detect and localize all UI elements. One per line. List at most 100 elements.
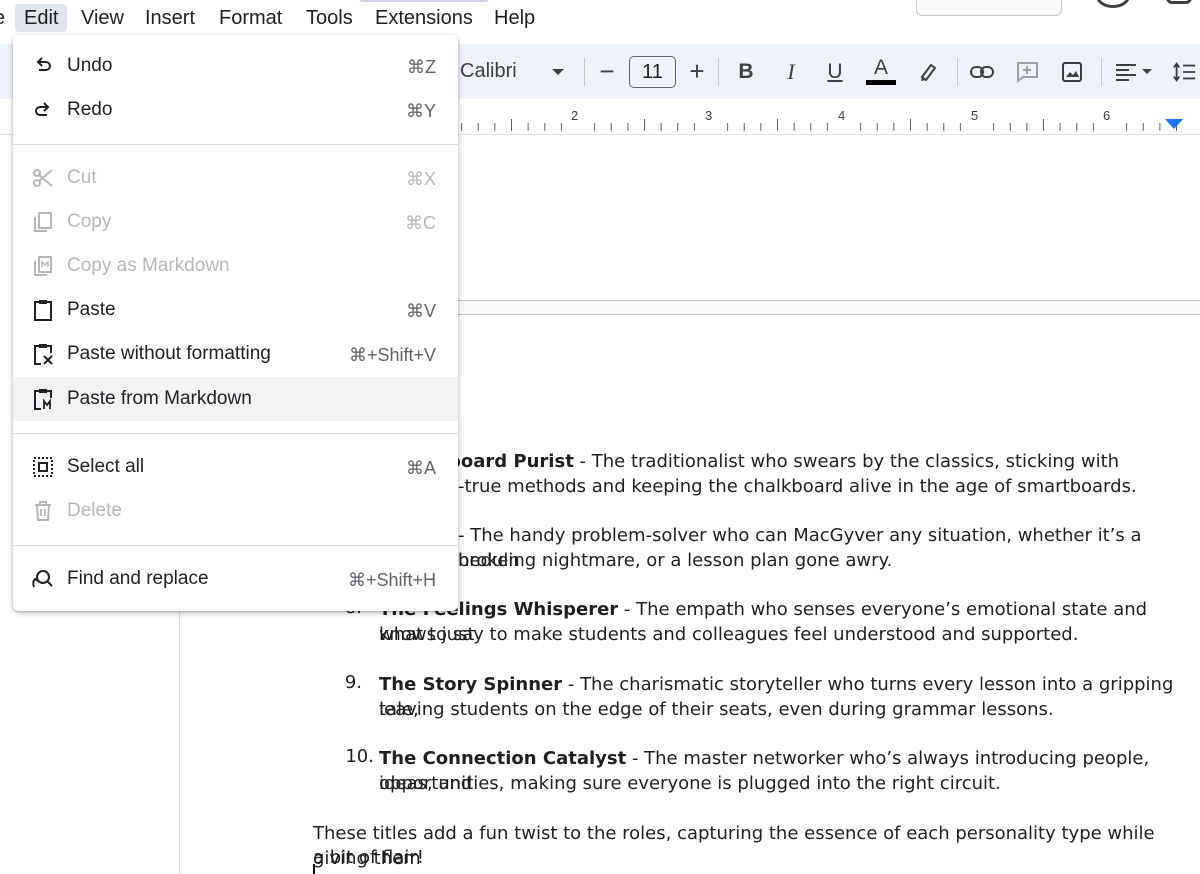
list-number: 10.	[345, 746, 374, 767]
menu-file-partial[interactable]: e	[0, 4, 5, 32]
menu-item-shortcut: ⌘Z	[407, 57, 436, 77]
text-color-letter: A	[873, 56, 888, 79]
list-item-text-line2: what to say to make students and colleag…	[379, 624, 1079, 645]
menu-item-paste[interactable]: Paste ⌘V	[13, 288, 458, 332]
menu-item-find-and-replace[interactable]: Find and replace ⌘+Shift+H	[13, 557, 458, 601]
text-cursor	[313, 864, 315, 874]
menu-help[interactable]: Help	[485, 4, 544, 32]
menu-divider	[13, 545, 458, 546]
list-item-title: board Purist	[448, 451, 574, 472]
list-item-text-line2: leaving students on the edge of their se…	[379, 699, 1054, 720]
font-size-input[interactable]: 11	[629, 56, 676, 88]
align-left-icon[interactable]	[1114, 44, 1138, 99]
menu-extensions[interactable]: Extensions	[366, 4, 482, 32]
menu-item-paste-from-markdown[interactable]: Paste from Markdown	[13, 377, 458, 421]
page-left-edge	[179, 600, 180, 874]
menu-bar: e Edit View Insert Format Tools Extensio…	[0, 0, 1200, 38]
right-indent-marker-icon[interactable]	[1165, 119, 1183, 129]
align-dropdown-caret-icon[interactable]	[1140, 44, 1154, 99]
menu-item-undo[interactable]: Undo ⌘Z	[13, 44, 458, 88]
bold-button[interactable]: B	[736, 44, 756, 99]
menu-item-paste-without-formatting[interactable]: Paste without formatting ⌘+Shift+V	[13, 332, 458, 376]
menu-item-label: Redo	[67, 99, 113, 120]
clipboard-icon	[31, 298, 55, 322]
list-number: 9.	[344, 672, 362, 693]
copy-markdown-icon	[31, 254, 55, 278]
add-comment-icon[interactable]	[1015, 44, 1039, 99]
underline-button[interactable]: U	[825, 44, 845, 99]
menu-item-copy-as-markdown[interactable]: Copy as Markdown	[13, 244, 458, 288]
menu-item-cut[interactable]: Cut ⌘X	[13, 156, 458, 200]
menu-item-label: Paste	[67, 299, 116, 320]
toolbar-divider	[1101, 58, 1102, 86]
menu-item-label: Copy	[67, 211, 112, 232]
menu-item-shortcut: ⌘C	[405, 213, 436, 233]
top-pill[interactable]	[356, 0, 492, 2]
menu-item-shortcut: ⌘Y	[405, 101, 436, 121]
highlight-pen-icon[interactable]	[916, 44, 940, 99]
toolbar-divider	[584, 58, 585, 86]
decrease-font-size-button[interactable]: −	[596, 44, 618, 99]
comments-icon[interactable]	[1166, 0, 1192, 4]
list-item-title: The Story Spinner	[379, 674, 563, 695]
menu-item-label: Find and replace	[67, 568, 209, 589]
menu-item-redo[interactable]: Redo ⌘Y	[13, 88, 458, 132]
scissors-icon	[31, 166, 55, 190]
menu-format[interactable]: Format	[210, 4, 291, 32]
menu-item-shortcut: ⌘A	[405, 458, 436, 478]
menu-edit[interactable]: Edit	[15, 4, 68, 32]
menu-item-label: Delete	[67, 500, 122, 521]
list-item-text: board Purist - The traditionalist who sw…	[448, 449, 1119, 474]
menu-item-shortcut: ⌘V	[405, 301, 436, 321]
list-item-text-line2: -true methods and keeping the chalkboard…	[458, 476, 1137, 497]
menu-item-label: Select all	[67, 456, 145, 477]
menu-tools[interactable]: Tools	[297, 4, 362, 32]
list-item-text-line2: heduling nightmare, or a lesson plan gon…	[458, 550, 893, 571]
closing-paragraph-line2: a bit of flair!	[313, 847, 425, 868]
menu-insert[interactable]: Insert	[136, 4, 204, 32]
menu-item-shortcut: ⌘X	[405, 169, 436, 189]
menu-item-label: Paste from Markdown	[67, 388, 252, 409]
ruler-label: 5	[971, 108, 979, 123]
ruler-label: 2	[571, 108, 579, 123]
find-replace-icon	[31, 567, 55, 591]
page-break-line	[440, 314, 1200, 315]
ruler-label: 3	[705, 108, 713, 123]
clipboard-markdown-icon	[31, 387, 55, 411]
closing-paragraph: These titles add a fun twist to the role…	[313, 823, 1155, 869]
top-status-button[interactable]	[916, 0, 1062, 16]
insert-link-icon[interactable]	[970, 44, 994, 99]
trash-icon	[31, 499, 55, 523]
menu-divider	[13, 433, 458, 434]
italic-button[interactable]: I	[781, 44, 801, 99]
menu-item-label: Paste without formatting	[67, 343, 271, 364]
toolbar-divider	[957, 58, 958, 86]
insert-image-icon[interactable]	[1060, 44, 1084, 99]
copy-icon	[31, 210, 55, 234]
menu-divider	[13, 144, 458, 145]
ruler-label: 4	[838, 108, 846, 123]
text-color-swatch	[866, 80, 896, 85]
font-family-select[interactable]: Calibri	[460, 44, 517, 99]
history-icon[interactable]	[1096, 0, 1130, 8]
menu-item-copy[interactable]: Copy ⌘C	[13, 200, 458, 244]
edit-menu-dropdown: Undo ⌘Z Redo ⌘Y Cut ⌘X Copy ⌘C Copy as M…	[13, 35, 458, 611]
menu-item-label: Undo	[67, 55, 113, 76]
undo-icon	[31, 54, 55, 78]
list-item-body: - The traditionalist who swears by the c…	[573, 451, 1120, 472]
list-item-title: The Connection Catalyst	[379, 748, 627, 769]
page-gap	[440, 301, 1200, 314]
menu-item-shortcut: ⌘+Shift+V	[348, 345, 436, 365]
menu-view[interactable]: View	[72, 4, 133, 32]
line-spacing-icon[interactable]	[1172, 44, 1196, 99]
menu-item-label: Cut	[67, 167, 97, 188]
clipboard-clear-format-icon	[31, 342, 55, 366]
select-all-icon	[31, 455, 55, 479]
increase-font-size-button[interactable]: +	[686, 44, 708, 99]
text-color-button[interactable]: A	[866, 44, 896, 99]
toolbar-divider	[718, 58, 719, 86]
menu-item-select-all[interactable]: Select all ⌘A	[13, 445, 458, 489]
redo-icon	[31, 98, 55, 122]
font-dropdown-caret-icon[interactable]	[548, 44, 568, 99]
menu-item-delete[interactable]: Delete	[13, 489, 458, 533]
